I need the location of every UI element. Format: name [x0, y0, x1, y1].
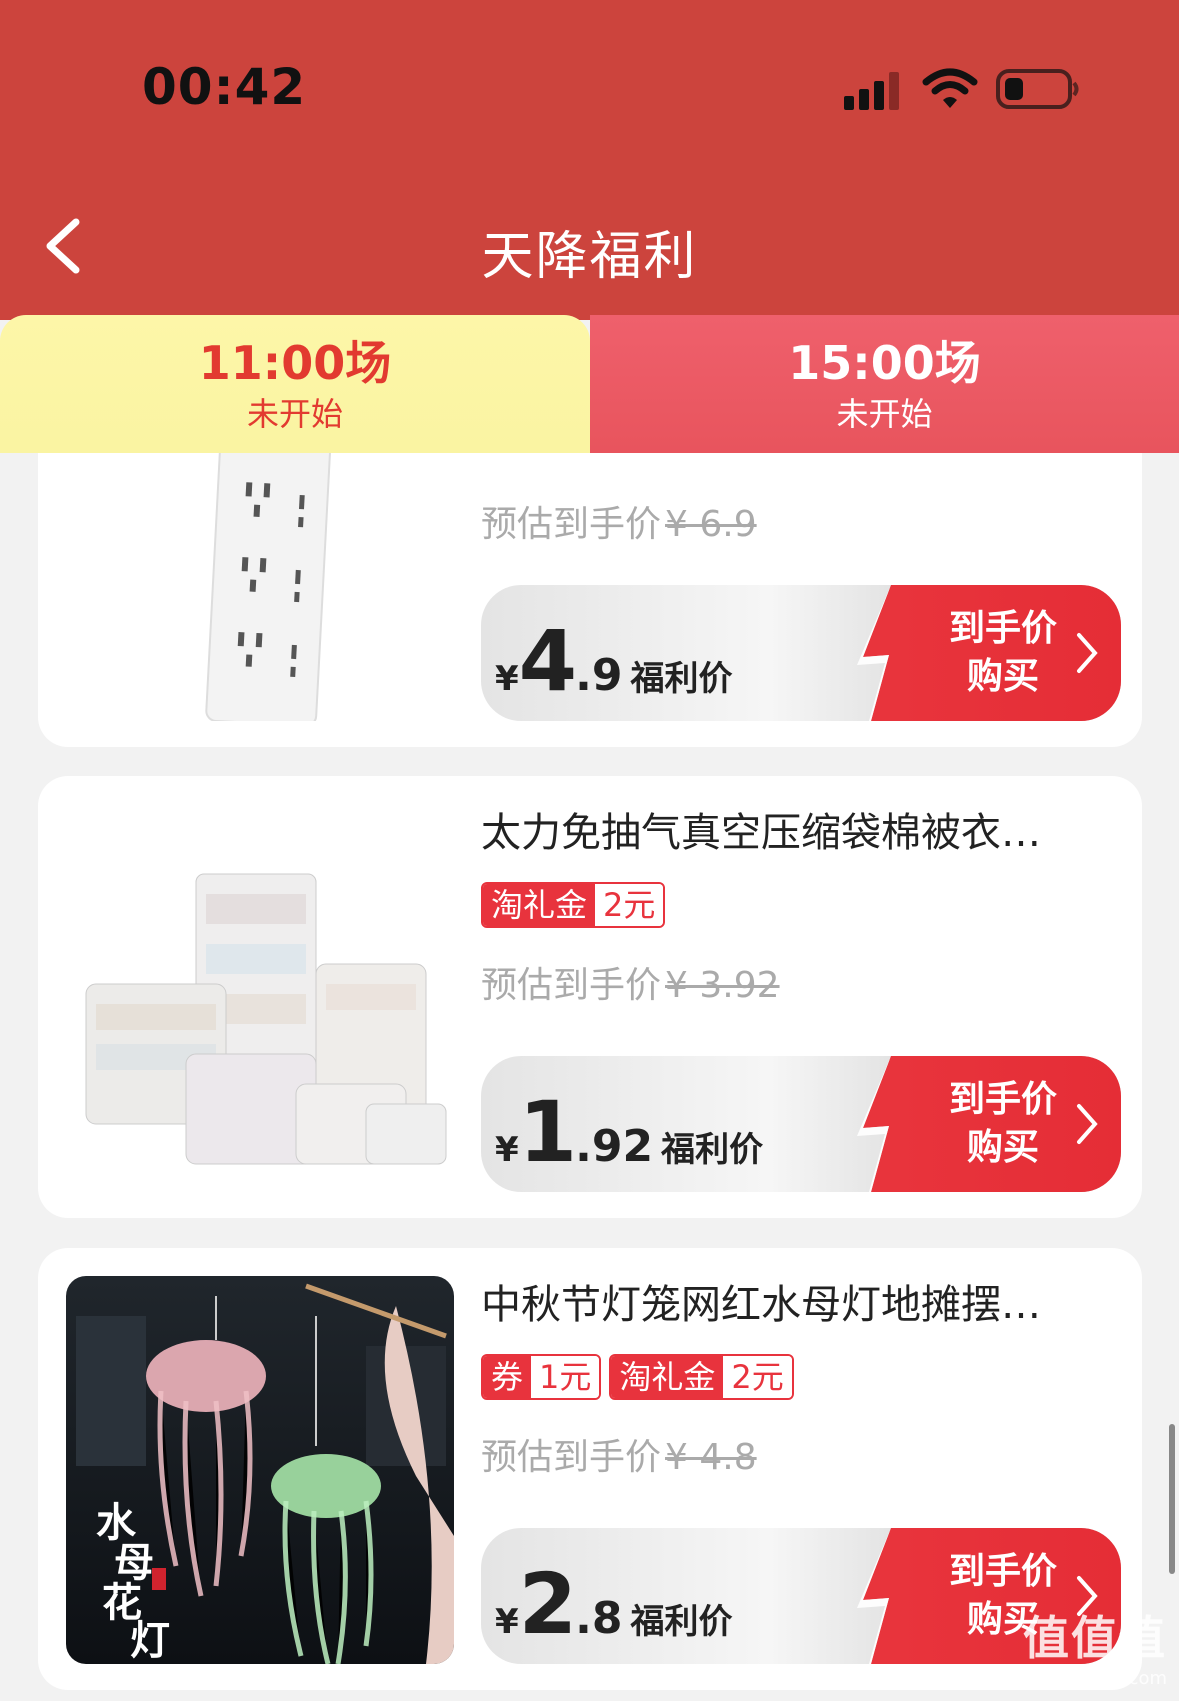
tab-session-1500[interactable]: 15:00场 未开始: [590, 315, 1179, 453]
price-integer: 2: [518, 1555, 577, 1653]
currency-symbol: ¥: [495, 1130, 519, 1170]
tag-value: 1元: [531, 1356, 600, 1398]
price-decimal: .92: [575, 1121, 654, 1172]
status-bar: 00:42: [0, 0, 1179, 180]
buy-label: 到手价 购买: [943, 1076, 1063, 1172]
tab-time: 15:00场: [788, 336, 981, 390]
chevron-right-icon: [1077, 633, 1098, 673]
buy-button[interactable]: ¥4.9 福利价 到手价 购买: [481, 585, 1121, 721]
tab-status: 未开始: [836, 395, 933, 433]
buy-label-line-1: 到手价: [948, 608, 1057, 649]
product-image-power-strip[interactable]: [66, 453, 454, 721]
original-price: ¥ 3.92: [665, 965, 780, 1006]
page-title: 天降福利: [481, 227, 698, 287]
estimate-label: 预估到手价: [481, 1437, 662, 1478]
buy-label-line-1: 到手价: [948, 1551, 1057, 1592]
welfare-price: ¥4.9 福利价: [495, 619, 732, 703]
nav-bar: 天降福利: [0, 200, 1179, 290]
status-time: 00:42: [142, 58, 307, 116]
tab-session-1100[interactable]: 11:00场 未开始: [0, 315, 590, 453]
estimate-label: 预估到手价: [481, 965, 662, 1006]
estimate-label: 预估到手价: [481, 504, 662, 545]
buy-label-line-1: 到手价: [948, 1079, 1057, 1120]
price-integer: 4: [518, 612, 577, 710]
product-image-jellyfish-lantern[interactable]: 水母花灯: [66, 1276, 454, 1664]
session-tabs: 11:00场 未开始 15:00场 未开始: [0, 315, 1179, 453]
estimated-price: 预估到手价 ¥ 4.8: [481, 1436, 757, 1480]
welfare-price: ¥1.92 福利价: [495, 1090, 763, 1174]
price-label: 福利价: [630, 659, 733, 699]
tag-value: 2元: [723, 1356, 792, 1398]
cellular-signal-icon: [844, 72, 899, 110]
tab-time: 11:00场: [198, 336, 392, 390]
watermark-logo: 值值值 zhizhizhi.com: [1023, 1602, 1167, 1689]
watermark-sub: zhizhizhi.com: [1045, 1668, 1167, 1689]
promo-tag: 淘礼金 2元: [609, 1354, 794, 1400]
product-title[interactable]: 中秋节灯笼网红水母灯地摊摆…: [481, 1276, 1121, 1334]
promo-tags: 淘礼金 2元: [481, 882, 666, 928]
product-title[interactable]: 太力免抽气真空压缩袋棉被衣…: [481, 804, 1121, 862]
product-image-vacuum-bags[interactable]: [66, 804, 454, 1192]
watermark-main: 值值值: [1023, 1611, 1167, 1665]
price-decimal: .8: [575, 1593, 623, 1644]
promo-tag-coupon: 券 1元: [481, 1354, 602, 1400]
estimated-price: 预估到手价 ¥ 3.92: [481, 964, 780, 1008]
currency-symbol: ¥: [495, 659, 519, 699]
original-price: ¥ 6.9: [665, 504, 757, 545]
buy-button[interactable]: ¥1.92 福利价 到手价 购买: [481, 1056, 1121, 1192]
promo-tags: 券 1元 淘礼金 2元: [481, 1354, 794, 1400]
price-label: 福利价: [661, 1130, 764, 1170]
tab-status: 未开始: [246, 395, 343, 433]
product-card[interactable]: 水母花灯 中秋节灯笼网红水母灯地摊摆… 券 1元 淘礼金 2元 预估到手价 ¥ 4.8…: [38, 1248, 1142, 1690]
svg-text:灯: 灯: [130, 1617, 170, 1664]
welfare-price: ¥2.8 福利价: [495, 1562, 732, 1646]
tag-key: 淘礼金: [611, 1356, 724, 1398]
header: 00:42 天降福利: [0, 0, 1179, 320]
buy-label: 到手价 购买: [943, 605, 1063, 701]
tag-key: 淘礼金: [483, 884, 596, 926]
battery-icon: [996, 69, 1079, 109]
tag-value: 2元: [595, 884, 664, 926]
promo-tag: 淘礼金 2元: [481, 882, 666, 928]
original-price: ¥ 4.8: [665, 1437, 757, 1478]
price-label: 福利价: [630, 1602, 733, 1642]
buy-label-line-2: 购买: [966, 1127, 1039, 1168]
price-decimal: .9: [575, 650, 623, 701]
chevron-right-icon: [1077, 1104, 1098, 1144]
product-card[interactable]: 预估到手价 ¥ 6.9 ¥4.9 福利价 到手价 购买: [38, 453, 1142, 747]
currency-symbol: ¥: [495, 1602, 519, 1642]
buy-label-line-2: 购买: [966, 656, 1039, 697]
estimated-price: 预估到手价 ¥ 6.9: [481, 503, 757, 547]
price-integer: 1: [518, 1083, 577, 1181]
tag-key: 券: [483, 1356, 532, 1398]
scrollbar[interactable]: [1169, 1424, 1175, 1574]
wifi-icon: [922, 68, 978, 108]
product-card[interactable]: 太力免抽气真空压缩袋棉被衣… 淘礼金 2元 预估到手价 ¥ 3.92 ¥1.92 福利…: [38, 776, 1142, 1218]
